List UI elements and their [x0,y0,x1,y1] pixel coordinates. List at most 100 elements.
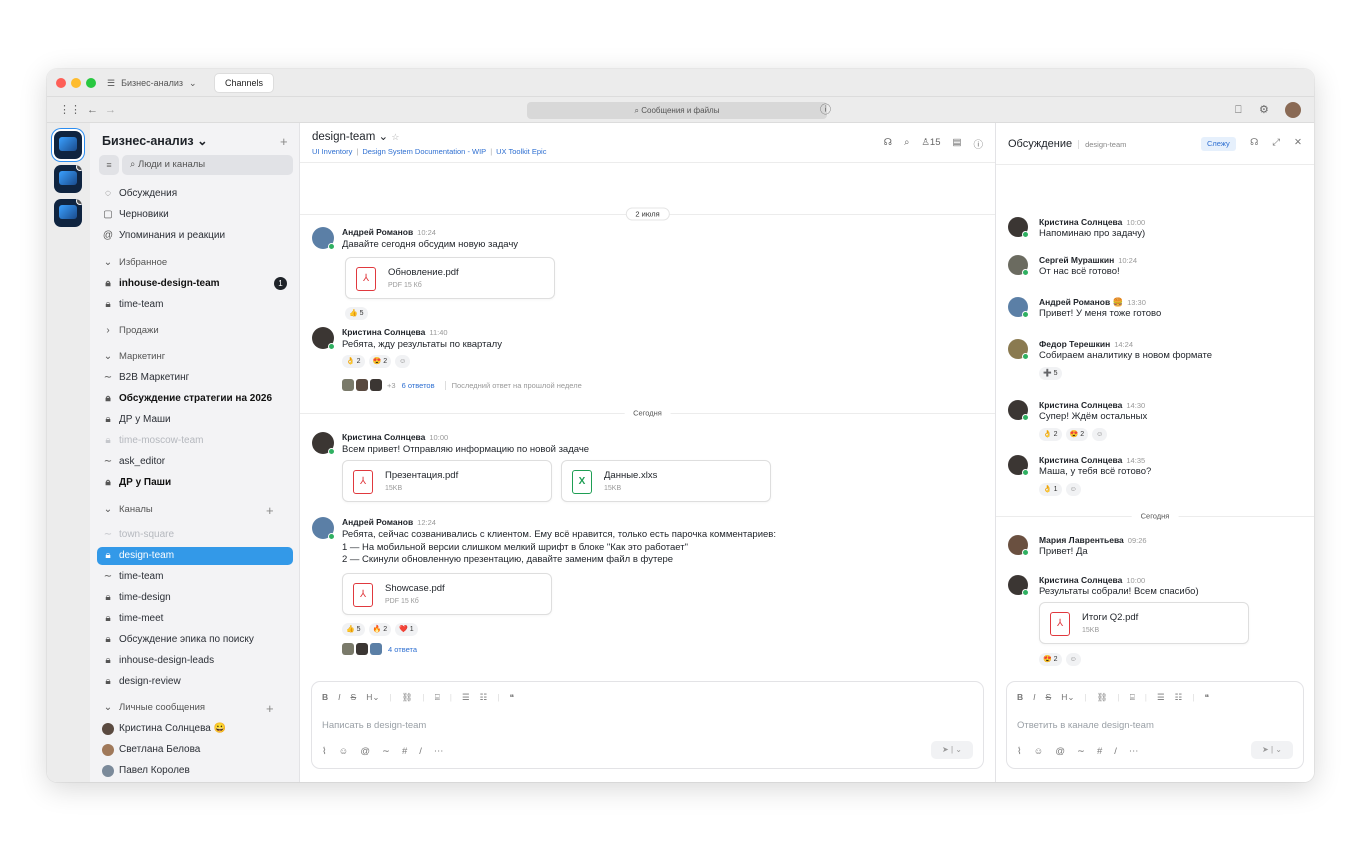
message-author[interactable]: Андрей Романов 🍔 13:30 [1039,297,1146,308]
slash-command-icon[interactable]: / [419,746,422,757]
strikethrough-icon[interactable]: S [351,692,357,703]
reaction[interactable]: 👌 2 [1039,428,1062,441]
reaction[interactable]: 😍 2 [1039,653,1062,666]
emoji-icon[interactable]: ☺ [339,746,349,757]
message-author[interactable]: Кристина Солнцева 14:35 [1039,455,1145,465]
reaction[interactable]: 😍 2 [368,355,392,368]
user-avatar[interactable] [1285,102,1301,118]
sidebar-item-time-team[interactable]: 🔒︎ time-team [102,296,163,314]
dm-item[interactable]: Кристина Солнцева 😀 [102,720,226,738]
sidebar-item-ask-editor[interactable]: ∼ ask_editor [102,453,165,471]
message-author[interactable]: Кристина Солнцева 10:00 [1039,217,1145,227]
strikethrough-icon[interactable]: S [1046,692,1052,703]
add-reaction-icon[interactable]: ☺ [395,355,411,368]
channel-link-icon[interactable]: ∼ [382,746,390,757]
add-channel-icon[interactable]: + [266,504,274,517]
add-reaction-icon[interactable]: ☺ [1065,653,1081,666]
sidebar-item-pasha[interactable]: 🔒︎ ДР у Паши [102,474,171,492]
message-author[interactable]: Мария Лаврентьева 09:26 [1039,535,1147,545]
send-button[interactable]: ➤ | ⌄ [1251,741,1293,759]
grid-icon[interactable]: ⋮⋮ [59,103,81,117]
file-attachment[interactable]: ⅄ Итоги Q2.pdf 15KB [1039,602,1249,644]
workspace-switcher[interactable]: ☰ Бизнес-анализ ⌄ [107,75,197,91]
bookmark-link[interactable]: UI Inventory [312,147,352,156]
message-author[interactable]: Кристина Солнцева 11:40 [342,327,448,337]
code-icon[interactable]: ⌸ [1130,692,1135,703]
reaction[interactable]: ❤️ 1 [395,623,418,636]
filter-icon[interactable]: ≡ [99,155,119,175]
bookmark-link[interactable]: UX Toolkit Epic [496,147,546,156]
code-icon[interactable]: ⌸ [435,692,440,703]
dm-item[interactable]: Светлана Белова [102,741,200,759]
sidebar-search-input[interactable]: ⌕ Люди и каналы [122,155,293,175]
section-sales[interactable]: › Продажи [102,322,158,340]
bullet-list-icon[interactable]: ☷ [1175,692,1183,703]
sidebar-item-threads[interactable]: ◌ Обсуждения [102,185,177,203]
bold-icon[interactable]: B [1017,692,1023,703]
mention-icon[interactable]: @ [360,746,370,757]
global-search-input[interactable]: ⌕ Сообщения и файлы [527,102,827,119]
sidebar-item-town-square[interactable]: ∼ town-square [102,526,174,544]
attach-icon[interactable]: ⌇ [322,746,327,757]
back-arrow-icon[interactable]: ← [87,103,98,117]
quote-icon[interactable]: ❝ [509,692,514,703]
reply-input[interactable]: Ответить в канале design-team [1017,720,1154,731]
avatar[interactable] [1008,339,1029,360]
sidebar-item-time-meet[interactable]: 🔒︎ time-meet [102,610,163,628]
emoji-icon[interactable]: ☺ [1034,746,1044,757]
tab-channels[interactable]: Channels [215,74,274,92]
message-author[interactable]: Кристина Солнцева 10:00 [1039,575,1145,585]
message-author[interactable]: Сергей Мурашкин 10:24 [1039,255,1137,265]
ordered-list-icon[interactable]: ☰ [1157,692,1165,703]
settings-icon[interactable]: ⚙ [1259,103,1269,117]
message-author[interactable]: Кристина Солнцева 14:30 [1039,400,1145,410]
send-button[interactable]: ➤ | ⌄ [931,741,973,759]
avatar[interactable] [1008,297,1029,318]
file-attachment[interactable]: ⅄ Showcase.pdf PDF 15 Кб [342,573,552,615]
sidebar-item-time-team-2[interactable]: ∼ time-team [102,568,164,586]
sidebar-item-design-review[interactable]: 🔒︎ design-review [102,673,180,691]
forward-arrow-icon[interactable]: → [105,103,116,117]
sidebar-item-design-team[interactable]: 🔒︎ design-team [97,547,293,565]
reaction[interactable]: 👍 5 [345,307,368,320]
attach-icon[interactable]: ⌇ [1017,746,1022,757]
avatar[interactable] [312,327,335,350]
ordered-list-icon[interactable]: ☰ [462,692,470,703]
file-attachment[interactable]: ⅄ Презентация.pdf 15KB [342,460,552,502]
members-button[interactable]: ♙15 [921,137,940,151]
avatar[interactable] [1008,400,1029,421]
italic-icon[interactable]: I [338,692,340,703]
headphones-icon[interactable]: ☊ [1250,137,1258,148]
add-dm-icon[interactable]: + [266,702,274,715]
avatar[interactable] [1008,575,1029,596]
minimize-window-button[interactable] [71,78,81,88]
sidebar-item-strategy[interactable]: 🔒︎ Обсуждение стратегии на 2026 [102,390,272,408]
reaction[interactable]: 👍 5 [342,623,365,636]
reaction[interactable]: ➕ 5 [1039,367,1062,380]
avatar[interactable] [312,517,335,540]
section-favorites[interactable]: ⌄ Избранное [102,254,167,272]
avatar[interactable] [1008,255,1029,276]
sidebar-item-drafts[interactable]: ▢ Черновики [102,206,168,224]
heading-icon[interactable]: H⌄ [366,692,379,703]
reaction[interactable]: 🔥 2 [368,623,392,636]
link-icon[interactable]: ⛓ [1097,692,1108,703]
bullet-list-icon[interactable]: ☷ [480,692,488,703]
bookmark-icon[interactable]: ⎕ [1235,103,1242,117]
quote-icon[interactable]: ❝ [1204,692,1209,703]
search-icon[interactable]: ⌕ [904,137,909,151]
sidebar-item-search-epic[interactable]: 🔒︎ Обсуждение эпика по поиску [102,631,254,649]
close-icon[interactable]: ✕ [1294,137,1302,148]
sidebar-item-b2b[interactable]: ∼ B2B Маркетинг [102,369,190,387]
reply-count[interactable]: 4 ответа [388,645,417,654]
headphones-icon[interactable]: ☊ [884,137,892,151]
thread-summary[interactable]: +3 6 ответов Последний ответ на прошлой … [342,379,582,391]
expand-icon[interactable]: ⤢ [1272,137,1280,148]
team-icon-2[interactable] [54,165,82,193]
message-author[interactable]: Кристина Солнцева 10:00 [342,432,448,442]
thread-channel[interactable]: design-team [1078,140,1127,149]
link-icon[interactable]: ⛓ [402,692,413,703]
heading-icon[interactable]: H⌄ [1061,692,1074,703]
avatar[interactable] [1008,455,1029,476]
avatar[interactable] [1008,217,1029,238]
